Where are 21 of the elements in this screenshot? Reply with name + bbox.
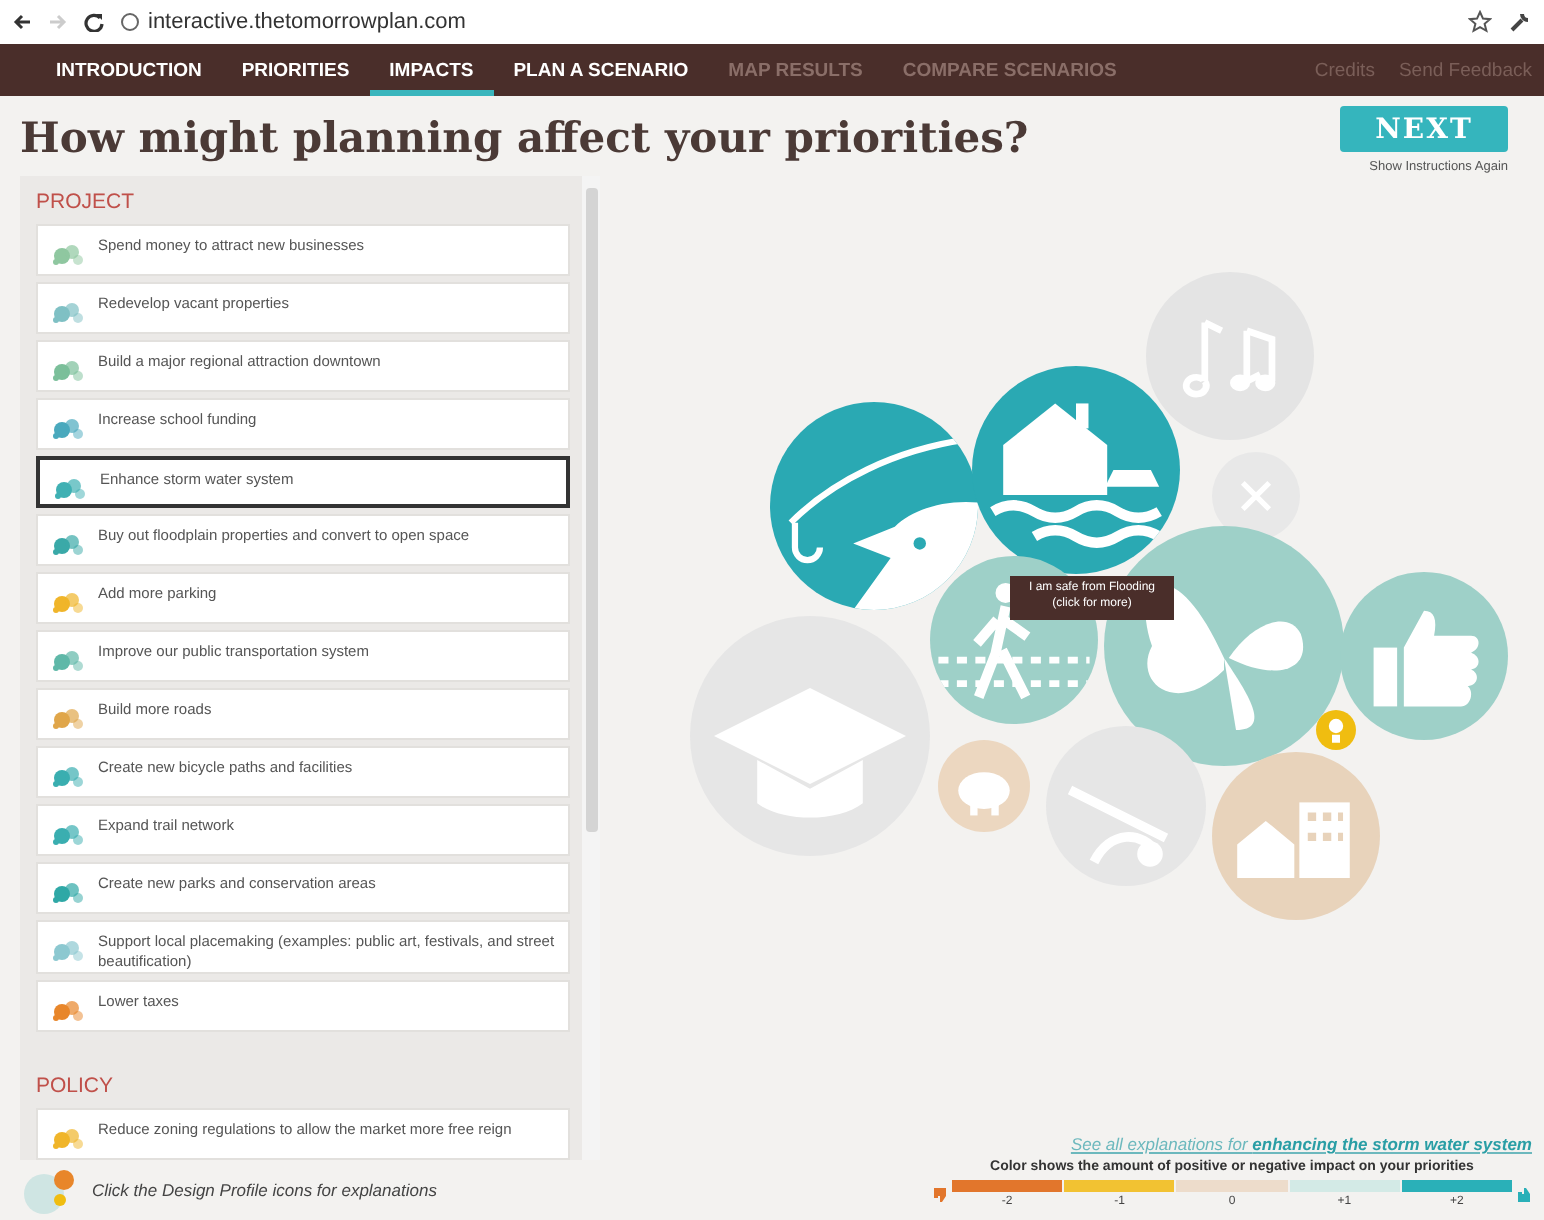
nav-tab[interactable]: PRIORITIES [221, 44, 370, 96]
section-heading: PROJECT [36, 190, 137, 214]
star-icon[interactable] [1468, 10, 1492, 34]
reload-icon[interactable] [84, 12, 104, 32]
back-icon[interactable] [12, 12, 32, 32]
cross-icon[interactable] [1212, 452, 1300, 540]
page-icon [120, 12, 140, 32]
thumbs-up-icon [1516, 1185, 1532, 1203]
section-heading: POLICY [36, 1074, 116, 1098]
wrench-icon[interactable] [1508, 10, 1532, 34]
nav-tab[interactable]: IMPACTS [369, 44, 494, 96]
pin-icon[interactable] [1316, 710, 1356, 750]
page-title: How might planning affect your priorities? [20, 112, 1031, 162]
design-profile-icon [20, 1164, 76, 1216]
forward-icon[interactable] [48, 12, 68, 32]
hint-text: Click the Design Profile icons for explanations [92, 1180, 437, 1200]
nav-tab[interactable]: INTRODUCTION [36, 44, 222, 96]
url-text[interactable]: interactive.thetomorrowplan.com [148, 10, 466, 34]
nav-tab[interactable]: PLAN A SCENARIO [493, 44, 709, 96]
scrollbar-thumb[interactable] [585, 188, 597, 832]
thumbs-down-icon [932, 1185, 948, 1203]
